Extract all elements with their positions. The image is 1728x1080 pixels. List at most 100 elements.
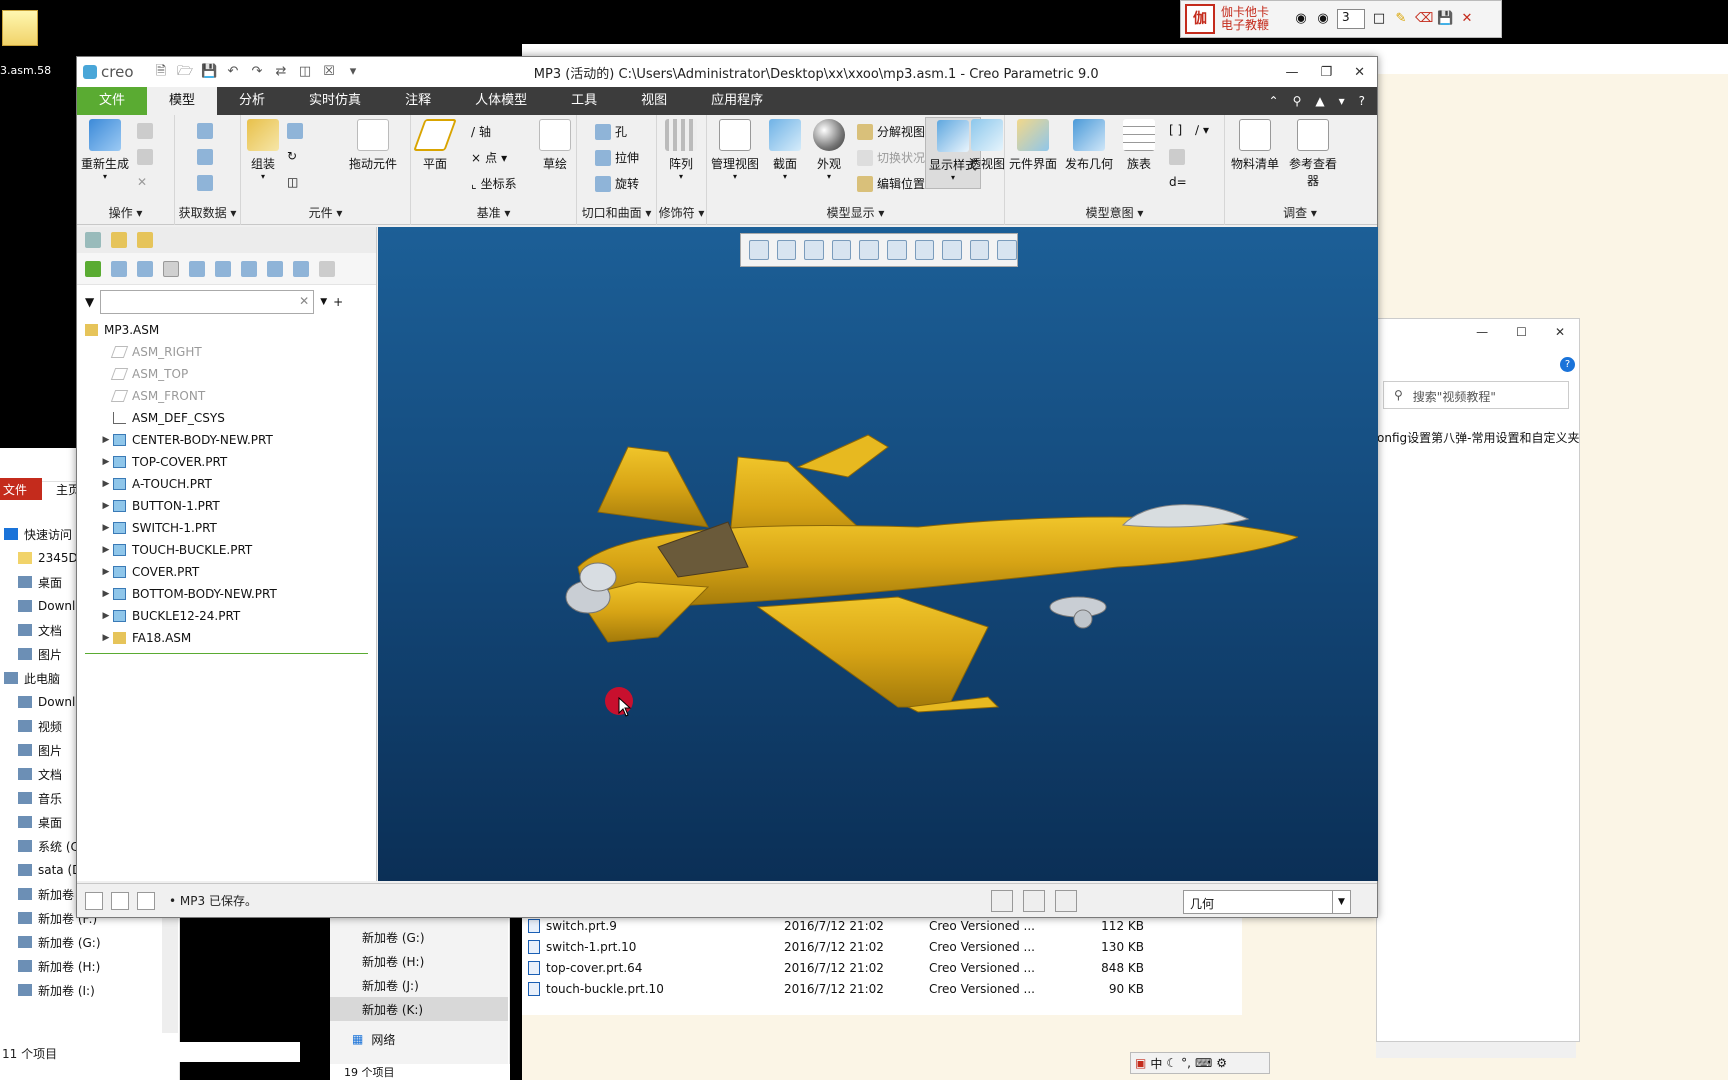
extrude-button[interactable]: 拉伸 bbox=[595, 149, 639, 166]
save-icon[interactable]: 💾 bbox=[1437, 11, 1453, 27]
drive-item[interactable]: 新加卷 (J:) bbox=[330, 973, 508, 997]
settings-icon[interactable]: ⚙ bbox=[1216, 1056, 1227, 1070]
file-row[interactable]: top-cover.prt.64 2016/7/12 21:02 Creo Vers… bbox=[522, 957, 1242, 978]
assemble-button[interactable]: 组装 ▾ bbox=[247, 119, 279, 181]
nav-item[interactable]: 新加卷 (I:) bbox=[0, 978, 179, 1002]
drag-component-button[interactable]: 拖动元件 bbox=[349, 119, 397, 172]
tree-item[interactable]: ASM_DEF_CSYS bbox=[77, 407, 376, 429]
tree-root[interactable]: MP3.ASM bbox=[77, 319, 376, 341]
shrinkwrap-button[interactable] bbox=[197, 175, 213, 191]
dropdown-icon[interactable]: ▾ bbox=[1339, 94, 1345, 108]
windows-icon[interactable]: ◫ bbox=[297, 64, 313, 80]
pen-size-input[interactable]: 3 bbox=[1337, 9, 1365, 29]
tree-item[interactable]: ▶ A-TOUCH.PRT bbox=[77, 473, 376, 495]
tree-item[interactable]: ASM_TOP bbox=[77, 363, 376, 385]
minimize-icon[interactable]: — bbox=[1285, 65, 1298, 80]
toggle-state-button[interactable]: 切换状况 bbox=[857, 149, 925, 166]
expand-icon[interactable]: ▶ bbox=[99, 435, 113, 445]
zoom-in-icon[interactable] bbox=[776, 240, 797, 260]
save-icon[interactable]: 💾 bbox=[201, 64, 217, 80]
point-button[interactable]: × 点 ▾ bbox=[471, 149, 507, 166]
relations-button[interactable]: ∕ ▾ bbox=[1195, 123, 1209, 137]
tree-item[interactable]: ▶ TOP-COVER.PRT bbox=[77, 451, 376, 473]
bom-button[interactable]: 物料清单 bbox=[1231, 119, 1279, 172]
annotation-display-icon[interactable] bbox=[997, 240, 1017, 260]
expand-icon[interactable]: ▶ bbox=[99, 633, 113, 643]
expand-icon[interactable]: ▶ bbox=[99, 589, 113, 599]
tree-item[interactable]: ▶ BOTTOM-BODY-NEW.PRT bbox=[77, 583, 376, 605]
component-interface-button[interactable]: 元件界面 bbox=[1009, 119, 1057, 172]
csys-button[interactable]: ⌞ 坐标系 bbox=[471, 175, 517, 192]
perspective-button[interactable]: 透视图 bbox=[969, 119, 1005, 172]
explode-view-button[interactable]: 分解视图 bbox=[857, 123, 925, 140]
copy-button[interactable] bbox=[137, 123, 153, 139]
selection-filter[interactable]: 几何 ▼ bbox=[1183, 890, 1351, 914]
help-icon[interactable]: ? bbox=[1560, 357, 1575, 372]
paste-button[interactable] bbox=[137, 149, 153, 165]
full-screen-icon[interactable] bbox=[137, 891, 155, 910]
desktop-file-icon[interactable]: 3.asm.58 bbox=[0, 6, 51, 77]
tab-applications[interactable]: 应用程序 bbox=[689, 87, 785, 115]
rectangle-icon[interactable]: □ bbox=[1371, 11, 1387, 27]
list-item[interactable]: onfig设置第八弹-常用设置和自定义夹 bbox=[1377, 429, 1579, 446]
expand-icon[interactable]: ▶ bbox=[99, 567, 113, 577]
mouse-right-icon[interactable]: ◉ bbox=[1315, 11, 1331, 27]
search-input[interactable]: ⚲ 搜索"视频教程" bbox=[1383, 381, 1569, 409]
hole-button[interactable]: 孔 bbox=[595, 123, 627, 140]
tab-model[interactable]: 模型 bbox=[147, 87, 218, 115]
add-icon[interactable]: + bbox=[333, 295, 343, 309]
eraser-icon[interactable]: ⌫ bbox=[1415, 11, 1433, 27]
tree-item[interactable]: ▶ BUCKLE12-24.PRT bbox=[77, 605, 376, 627]
file-row[interactable]: switch.prt.9 2016/7/12 21:02 Creo Versione… bbox=[522, 915, 1242, 936]
drive-item[interactable]: 新加卷 (H:) bbox=[330, 949, 508, 973]
chevron-down-icon[interactable]: ▼ bbox=[1332, 891, 1350, 913]
group-label[interactable]: 调查 ▾ bbox=[1225, 204, 1375, 221]
undo-icon[interactable]: ↶ bbox=[225, 64, 241, 80]
group-label[interactable]: 元件 ▾ bbox=[241, 204, 410, 221]
chevron-down-icon[interactable]: ▼ bbox=[320, 297, 327, 307]
moon-icon[interactable]: ☾ bbox=[1166, 1056, 1177, 1070]
find-icon[interactable] bbox=[1023, 890, 1045, 912]
minimize-icon[interactable]: — bbox=[1476, 325, 1488, 339]
switch-dimension-button[interactable] bbox=[1169, 149, 1185, 165]
regenerate-button[interactable]: 重新生成 ▾ bbox=[81, 119, 129, 181]
plane-button[interactable]: 平面 bbox=[413, 119, 457, 172]
mirror-button[interactable]: ◫ bbox=[287, 175, 298, 189]
tree-structure-icon[interactable] bbox=[293, 260, 309, 277]
filter-icon[interactable]: ▼ bbox=[85, 295, 94, 309]
expand-icon[interactable]: ▶ bbox=[99, 611, 113, 621]
smart-select-icon[interactable] bbox=[991, 890, 1013, 912]
open-icon[interactable]: 🗁 bbox=[177, 64, 193, 80]
section-button[interactable]: 截面 ▾ bbox=[769, 119, 801, 181]
appearance-button[interactable]: 外观 ▾ bbox=[813, 119, 845, 181]
drive-item-selected[interactable]: 新加卷 (K:) bbox=[330, 997, 508, 1021]
expand-icon[interactable]: ▶ bbox=[99, 523, 113, 533]
saved-views-icon[interactable] bbox=[886, 240, 907, 260]
tree-item[interactable]: ▶ CENTER-BODY-NEW.PRT bbox=[77, 429, 376, 451]
user-defined-feature-button[interactable] bbox=[197, 123, 213, 139]
group-label[interactable]: 模型意图 ▾ bbox=[1005, 204, 1224, 221]
fighter-jet-model[interactable] bbox=[558, 407, 1298, 727]
group-label[interactable]: 操作 ▾ bbox=[77, 204, 174, 221]
layers-icon[interactable] bbox=[267, 260, 283, 277]
expand-icon[interactable]: ▶ bbox=[99, 501, 113, 511]
selection-buffer-icon[interactable] bbox=[1055, 890, 1077, 912]
tab-annotate[interactable]: 注释 bbox=[383, 87, 453, 115]
customize-icon[interactable]: ▾ bbox=[345, 64, 361, 80]
tree-columns-icon[interactable] bbox=[163, 260, 179, 277]
toggle-navigator-icon[interactable] bbox=[85, 891, 103, 910]
punct-icon[interactable]: °, bbox=[1181, 1056, 1191, 1070]
search-icon[interactable]: ⚲ bbox=[1293, 94, 1302, 108]
group-label[interactable]: 切口和曲面 ▾ bbox=[577, 204, 656, 221]
tree-item[interactable]: ▶ TOUCH-BUCKLE.PRT bbox=[77, 539, 376, 561]
folder-browser-tab-icon[interactable] bbox=[111, 232, 127, 248]
repeat-button[interactable]: ↻ bbox=[287, 149, 297, 163]
edit-position-button[interactable]: 编辑位置 bbox=[857, 175, 925, 192]
repaint-icon[interactable] bbox=[831, 240, 852, 260]
redo-icon[interactable]: ↷ bbox=[249, 64, 265, 80]
explorer-file-tab[interactable]: 文件 bbox=[0, 478, 42, 500]
close-icon[interactable]: ✕ bbox=[1354, 65, 1365, 80]
tree-list-icon[interactable] bbox=[111, 260, 127, 277]
tab-analysis[interactable]: 分析 bbox=[217, 87, 287, 115]
tree-item[interactable]: ▶ COVER.PRT bbox=[77, 561, 376, 583]
